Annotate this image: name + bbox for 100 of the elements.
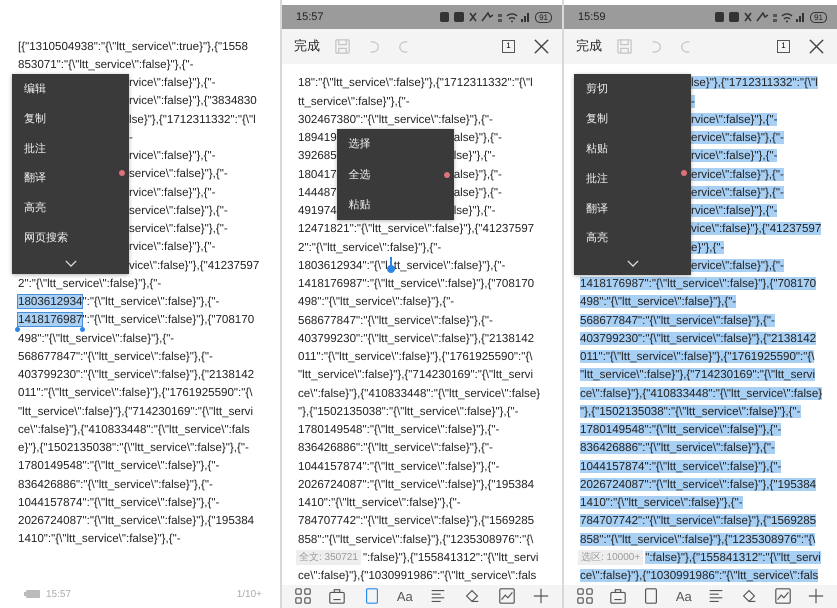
text-line: 1780149548":"{\"ltt_service\":false}"},{"-	[18, 459, 220, 472]
text-line: 18":"{\"ltt_service\":false}"},{"1712311332":"{\"l	[298, 76, 533, 90]
text-line: 491974	[298, 204, 337, 218]
chart-icon[interactable]	[498, 586, 516, 606]
text-line: rvice\":false}"},{"-	[129, 240, 216, 254]
menu-item[interactable]: 选择	[348, 136, 371, 152]
done-button[interactable]: 完成	[576, 37, 602, 56]
text-line: ce\":false}"},{"410833448":"{\"ltt_service\":fals	[18, 422, 250, 436]
grid-icon[interactable]	[576, 586, 594, 606]
text-line: service\":false}"},{"-	[129, 167, 228, 180]
count-badge: 选区: 10000+	[578, 550, 644, 565]
text-line: lse}"},{"1712311332":"{\"l	[129, 112, 256, 126]
text-line: 189419	[298, 131, 337, 144]
text-line: [{"1310504938":"{\"ltt_service\":true}"},{"1558	[18, 40, 248, 53]
text-line: 2026724087":"{\"ltt_service\":false}"},{"195384	[18, 514, 254, 528]
done-button[interactable]: 完成	[294, 37, 320, 56]
page-count-button[interactable]: 1	[502, 40, 515, 53]
text-line: ":false}"},{"155841312":"{\"ltt_servi	[362, 550, 538, 564]
text-line: ":"{\"ltt_service\":false}"},{"-	[82, 295, 220, 308]
text-line: -	[129, 130, 133, 144]
text-line: 011":"{\"ltt_service\":false}"},{"1761925590":"{\	[298, 350, 532, 364]
text-line: 1410":"{\"ltt_service\":false}"},{"-	[18, 532, 181, 546]
selection-handle[interactable]	[80, 326, 86, 332]
text-line: 2":"{\"ltt_service\":false}"},{"-	[298, 240, 442, 254]
font-button[interactable]: Aa	[396, 586, 413, 606]
text-line: rvice\":false}"},{"-	[129, 186, 216, 199]
keyboard-icon[interactable]	[328, 586, 346, 606]
text-line: 568677847":"{\"ltt_service\":false}"},{"-	[18, 350, 213, 363]
scroll-dot	[681, 170, 687, 176]
text-line: "ltt_service\":false}"},{"714230169":"{\"ltt_servi	[298, 368, 534, 382]
menu-item[interactable]: 高亮	[24, 200, 46, 216]
text-line: "},{"1502135038":"{\"ltt_service\":false}"},{"-	[298, 404, 519, 418]
menu-item[interactable]: 粘贴	[348, 197, 371, 212]
text-line: 498":"{\"ltt_service\":false}"},{"-	[18, 332, 174, 345]
text-line: 2":"{\"ltt_service\":false}"},{"-	[18, 276, 162, 290]
menu-item[interactable]: 编辑	[24, 80, 46, 96]
text-line: 180417	[298, 168, 337, 181]
grid-icon[interactable]	[294, 586, 312, 606]
text-line: service\":false}"},{"-	[129, 222, 228, 236]
text-line: 1780149548":"{\"ltt_service\":false}"},{"-	[298, 423, 500, 436]
text-line: lse}"},{"-	[454, 149, 496, 162]
menu-item[interactable]: 批注	[24, 140, 46, 156]
text-line: vice\":false}"},{"41237597	[129, 258, 260, 272]
menu-item[interactable]: 翻译	[586, 200, 608, 216]
text-line: 498":"{\"ltt_service\":false}"},{"-	[298, 295, 454, 308]
text-line: ":"{\"ltt_service\":false}"},{"708170	[82, 313, 254, 326]
battery-level: 91	[810, 12, 827, 23]
text-line: lse}"},{"-	[454, 204, 496, 218]
text-line: alse}"},{"-	[454, 168, 502, 181]
text-line: tt_service\":false}"},{"-	[298, 94, 410, 108]
keyboard-icon[interactable]	[609, 586, 628, 606]
text-line: 2026724087":"{\"ltt_service\":false}"},{"195384	[298, 478, 534, 491]
chart-icon[interactable]	[774, 586, 792, 606]
cursor-handle[interactable]	[386, 257, 395, 274]
menu-item[interactable]: 高亮	[586, 230, 608, 246]
text-line: service\":false}"},{"-	[129, 204, 228, 217]
text-line: 568677847":"{\"ltt_service\":false}"},{"-	[298, 314, 493, 327]
menu-item[interactable]: 复制	[586, 111, 608, 126]
text-line: 1044157874":"{\"ltt_service\":false}"},{"-	[298, 460, 500, 473]
menu-item[interactable]: 复制	[24, 110, 46, 126]
text-line: 1418176987":"{\"ltt_service\":false}"},{"708170	[298, 277, 534, 290]
menu-item[interactable]: 剪切	[586, 81, 608, 96]
text-line: rvice\":false}"},{"-	[129, 149, 216, 162]
menu-item[interactable]: 翻译	[24, 170, 46, 186]
text-line: rvice\":false}"},{"-	[129, 76, 216, 90]
text-line: 836426886":"{\"ltt_service\":false}"},{"-	[18, 478, 213, 491]
text-line: rvice\":false}"},{"3834830	[129, 94, 257, 108]
status-time: 15:57	[296, 11, 324, 24]
text-line: "ltt_service\":false}"},{"714230169":"{\"ltt_servi	[18, 404, 254, 418]
text-line: 392685	[298, 149, 337, 162]
text-line: e}"},{"1502135038":"{\"ltt_service\":false}"},{"-	[18, 441, 249, 454]
text-line: 302467380":"{\"ltt_service\":false}"},{"-	[298, 112, 493, 126]
close-icon[interactable]	[808, 38, 825, 55]
chevron-down-icon[interactable]	[626, 260, 638, 268]
text-line: 144487	[298, 186, 337, 199]
menu-item[interactable]: 全选	[348, 166, 371, 182]
chevron-down-icon[interactable]	[64, 260, 76, 267]
page-count-button[interactable]: 1	[777, 40, 790, 53]
close-icon[interactable]	[533, 38, 550, 55]
scroll-dot	[444, 172, 450, 178]
page-indicator: 1/10+	[236, 588, 262, 600]
text-line: tt_service\":false}"},{"-	[394, 258, 506, 272]
font-button[interactable]: Aa	[676, 586, 692, 606]
text-line: 1044157874":"{\"ltt_service\":false}"},{"-	[18, 496, 220, 509]
selection-handle[interactable]	[15, 326, 20, 332]
text-line: ce\":false}"},{"410833448":"{\"ltt_service\":false}	[298, 386, 540, 400]
text-line: alse}"},{"-	[454, 186, 502, 199]
text-line: 403799230":"{\"ltt_service\":false}"},{"2138142	[18, 368, 254, 382]
text-line: 858":"{\"ltt_service\":false}"},{"1235308976":"{\	[298, 532, 534, 546]
status-time: 15:59	[578, 11, 606, 24]
text-line: 011":"{\"ltt_service\":false}"},{"1761925590":"{\	[18, 386, 252, 400]
battery-icon	[24, 590, 40, 598]
text-line: alse}"},{"-	[454, 131, 502, 144]
scroll-dot	[119, 170, 125, 176]
text-line: 1803612934":"{\"l	[298, 258, 388, 272]
menu-item[interactable]: 粘贴	[586, 140, 608, 156]
text-line: 403799230":"{\"ltt_service\":false}"},{"2138142	[298, 332, 534, 345]
menu-item[interactable]: 批注	[586, 170, 608, 186]
menu-item[interactable]: 网页搜索	[24, 230, 68, 245]
battery-level: 91	[535, 12, 552, 23]
